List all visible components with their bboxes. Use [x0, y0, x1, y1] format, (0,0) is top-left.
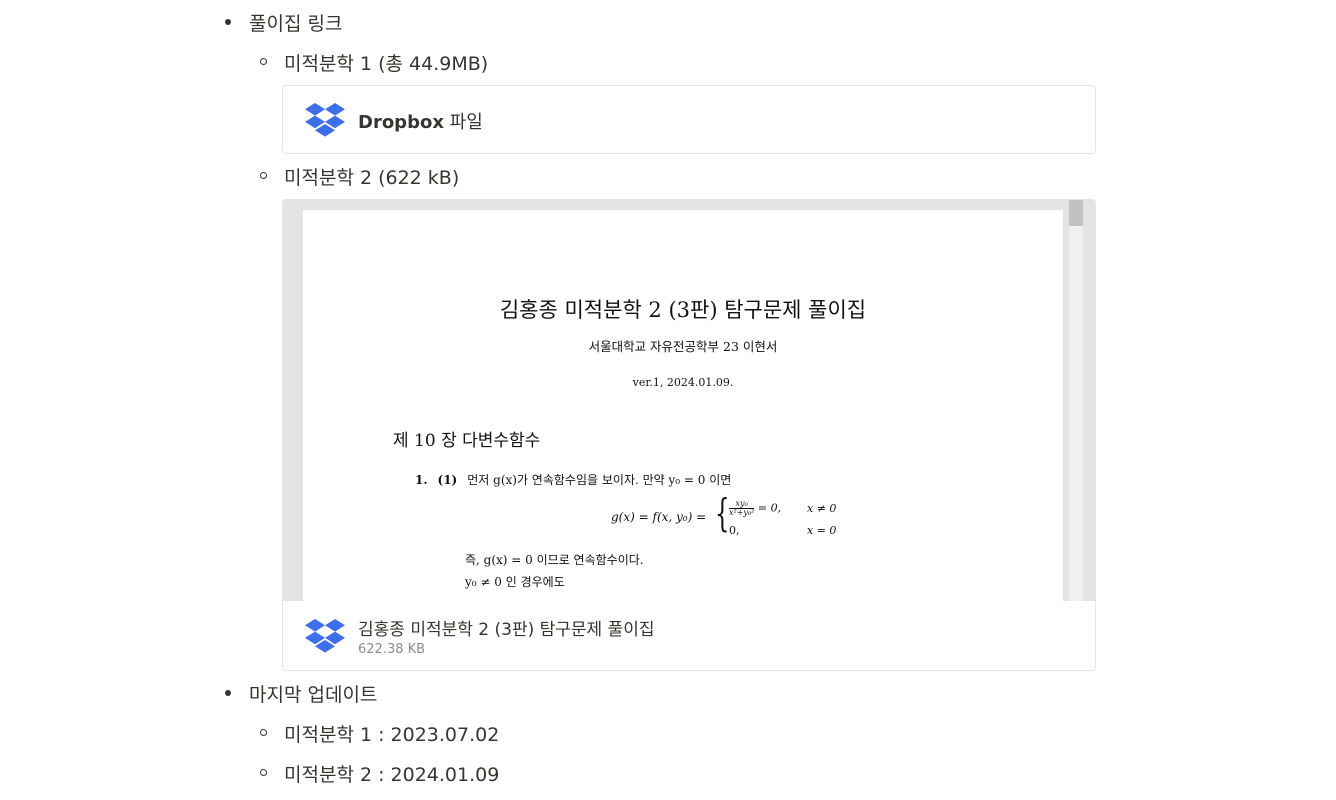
doc-chapter-heading: 제 10 장 다변수함수: [393, 431, 541, 451]
pdf-embed-card[interactable]: 김홍종 미적분학 2 (3판) 탐구문제 풀이집 서울대학교 자유전공학부 23…: [282, 199, 1096, 671]
section-title-last-update: 마지막 업데이트: [249, 683, 378, 706]
dropbox-link-label[interactable]: Dropbox 파일: [358, 108, 483, 134]
list-item-update-calculus1: 미적분학 1 : 2023.07.02: [260, 721, 500, 746]
scrollbar-track[interactable]: [1069, 200, 1083, 601]
bullet: [260, 729, 267, 736]
bullet: [260, 769, 267, 776]
bullet: [225, 19, 231, 25]
problem-part: (1): [437, 473, 458, 487]
doc-version: ver.1, 2024.01.09.: [632, 376, 734, 389]
section-links: 풀이집 링크: [225, 10, 343, 35]
list-item-calculus2-link: 미적분학 2 (622 kB): [260, 164, 460, 189]
pdf-page: 김홍종 미적분학 2 (3판) 탐구문제 풀이집 서울대학교 자유전공학부 23…: [303, 210, 1063, 601]
case1-value: xy₀ x²+y₀² = 0,: [729, 500, 781, 517]
dropbox-link-suffix: 파일: [443, 112, 483, 133]
list-item-label: 미적분학 2 : 2024.01.09: [284, 763, 500, 786]
scrollbar-thumb[interactable]: [1069, 200, 1083, 226]
bullet: [225, 690, 231, 696]
dropbox-brand-text: Dropbox: [358, 112, 444, 133]
embed-file-name[interactable]: 김홍종 미적분학 2 (3판) 탐구문제 풀이집: [358, 615, 655, 640]
case2-value: 0,: [729, 524, 740, 537]
doc-text-line: y₀ ≠ 0 인 경우에도: [465, 575, 565, 589]
list-item-update-calculus2: 미적분학 2 : 2024.01.09: [260, 761, 500, 786]
list-item-label: 미적분학 2 (622 kB): [284, 166, 460, 189]
problem-number: 1.: [415, 473, 428, 487]
bullet: [260, 58, 267, 65]
doc-title: 김홍종 미적분학 2 (3판) 탐구문제 풀이집: [499, 298, 867, 322]
bullet: [260, 172, 267, 179]
dropbox-icon: [305, 102, 345, 137]
doc-problem-line: 1. (1) 먼저 g(x)가 연속함수임을 보이자. 만약 y₀ = 0 이면: [415, 471, 731, 488]
case1-rest: = 0,: [754, 501, 782, 515]
doc-author: 서울대학교 자유전공학부 23 이현서: [588, 339, 778, 354]
brace-symbol: {: [715, 491, 730, 535]
embed-file-size: 622.38 KB: [358, 642, 426, 657]
list-item-label: 미적분학 1 (총 44.9MB): [284, 52, 489, 75]
case1-condition: x ≠ 0: [807, 502, 837, 515]
doc-text-line: 즉, g(x) = 0 이므로 연속함수이다.: [465, 553, 644, 567]
problem-text: 먼저 g(x)가 연속함수임을 보이자. 만약 y₀ = 0 이면: [467, 473, 732, 487]
list-item-calculus1-link: 미적분학 1 (총 44.9MB): [260, 50, 489, 75]
dropbox-icon: [305, 619, 345, 653]
embed-footer[interactable]: 김홍종 미적분학 2 (3판) 탐구문제 풀이집 622.38 KB: [283, 601, 1095, 670]
equation-cases: { xy₀ x²+y₀² = 0, x ≠ 0 0, x = 0: [715, 494, 855, 540]
dropbox-link-card[interactable]: Dropbox 파일: [282, 85, 1096, 154]
section-title-links: 풀이집 링크: [249, 12, 343, 35]
pdf-preview[interactable]: 김홍종 미적분학 2 (3판) 탐구문제 풀이집 서울대학교 자유전공학부 23…: [283, 200, 1095, 601]
equation-lhs: g(x) = f(x, y₀) =: [611, 510, 707, 524]
case1-denominator: x²+y₀²: [729, 508, 755, 517]
section-last-update: 마지막 업데이트: [225, 681, 378, 706]
case2-condition: x = 0: [807, 524, 837, 537]
list-item-label: 미적분학 1 : 2023.07.02: [284, 723, 500, 746]
